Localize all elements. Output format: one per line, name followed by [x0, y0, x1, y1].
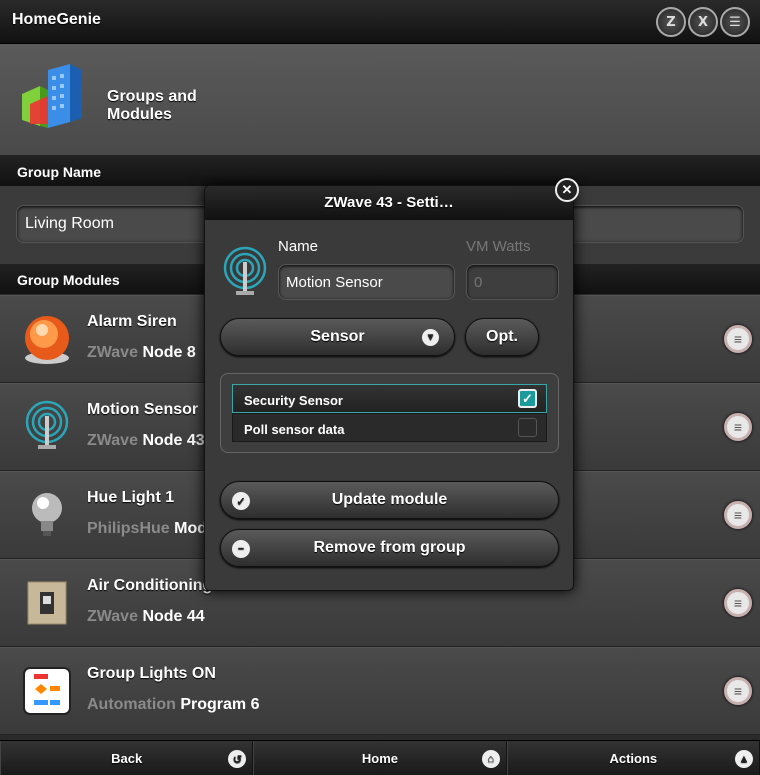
module-address: PhilipsHue Mod	[87, 520, 207, 538]
page-header: Groups and Modules	[0, 44, 760, 156]
program-flow-icon	[23, 667, 71, 715]
remove-from-group-button[interactable]: − Remove from group	[220, 529, 559, 567]
module-domain: ZWave	[87, 432, 138, 449]
home-button[interactable]: Home ⌂	[253, 741, 507, 775]
module-menu-button[interactable]: ≡	[724, 501, 752, 529]
back-label: Back	[111, 751, 143, 766]
module-type-select[interactable]: Sensor ▼	[220, 318, 455, 356]
module-address: ZWave Node 8	[87, 344, 196, 362]
light-bulb-icon	[32, 493, 62, 536]
module-domain: ZWave	[87, 344, 138, 361]
module-node: Node 43	[142, 432, 205, 449]
actions-button[interactable]: Actions ▲	[506, 741, 760, 775]
module-row[interactable]: Group Lights ON Automation Program 6 ≡	[0, 647, 760, 735]
module-name-input[interactable]	[278, 264, 455, 300]
option-label: Security Sensor	[244, 393, 343, 408]
home-icon: ⌂	[481, 750, 500, 768]
module-name: Alarm Siren	[87, 313, 177, 330]
option-security-sensor[interactable]: Security Sensor ✓	[232, 384, 547, 413]
actions-label: Actions	[609, 751, 658, 766]
module-menu-button[interactable]: ≡	[724, 413, 752, 441]
module-node: Mod	[174, 520, 208, 537]
module-address: ZWave Node 44	[87, 608, 205, 626]
chevron-up-icon: ▲	[734, 750, 753, 768]
buildings-icon	[22, 64, 82, 128]
module-menu-button[interactable]: ≡	[724, 589, 752, 617]
option-label: Poll sensor data	[244, 422, 345, 437]
module-name: Motion Sensor	[87, 401, 199, 418]
module-node: Node 8	[142, 344, 196, 361]
name-label: Name	[278, 238, 319, 255]
page-title: Groups and Modules	[107, 88, 197, 123]
module-name: Group Lights ON	[87, 665, 216, 682]
back-icon: ↺	[228, 750, 247, 768]
wall-switch-icon	[27, 581, 67, 625]
module-address: ZWave Node 43	[87, 432, 205, 450]
module-node: Program 6	[180, 696, 260, 713]
close-icon[interactable]: ✕	[555, 178, 579, 202]
checkbox-checked[interactable]: ✓	[518, 389, 537, 408]
update-module-label: Update module	[331, 491, 448, 508]
popup-title: ZWave 43 - Setti…	[205, 186, 573, 220]
vm-watts-input[interactable]	[466, 264, 559, 300]
module-address: Automation Program 6	[87, 696, 259, 714]
home-label: Home	[361, 751, 399, 766]
module-domain: Automation	[87, 696, 176, 713]
module-name: Air Conditioning	[87, 577, 213, 594]
back-button[interactable]: Back ↺	[0, 741, 254, 775]
x10-icon[interactable]: X	[688, 7, 718, 37]
alarm-siren-icon	[25, 316, 69, 364]
module-options-list: Security Sensor ✓ Poll sensor data	[220, 373, 559, 453]
options-button[interactable]: Opt.	[465, 318, 539, 356]
check-icon: ✓	[232, 492, 250, 510]
module-menu-button[interactable]: ≡	[724, 677, 752, 705]
module-domain: ZWave	[87, 608, 138, 625]
chevron-down-icon: ▼	[422, 329, 439, 346]
group-name-heading: Group Name	[0, 156, 760, 186]
module-menu-button[interactable]: ≡	[724, 325, 752, 353]
module-name: Hue Light 1	[87, 489, 175, 506]
module-domain: PhilipsHue	[87, 520, 170, 537]
footer-bar: Back ↺ Home ⌂ Actions ▲	[0, 740, 760, 775]
update-module-button[interactable]: ✓ Update module	[220, 481, 559, 519]
motion-sensor-icon	[223, 246, 267, 295]
filter-icon[interactable]: ☰	[720, 7, 750, 37]
checkbox-unchecked[interactable]	[518, 418, 537, 437]
motion-sensor-icon	[25, 400, 69, 449]
vm-watts-label: VM Watts	[466, 238, 531, 255]
option-poll-sensor-data[interactable]: Poll sensor data	[232, 413, 547, 442]
app-title: HomeGenie	[12, 11, 101, 28]
minus-icon: −	[232, 540, 250, 558]
remove-from-group-label: Remove from group	[313, 539, 466, 556]
top-bar: HomeGenie Z X ☰	[0, 0, 760, 44]
top-icons: Z X ☰	[656, 7, 750, 37]
zwave-icon[interactable]: Z	[656, 7, 686, 37]
module-node: Node 44	[142, 608, 205, 625]
module-settings-popup: ZWave 43 - Setti… ✕ Name VM Watts Sensor…	[204, 178, 579, 591]
module-type-value: Sensor	[310, 328, 365, 345]
